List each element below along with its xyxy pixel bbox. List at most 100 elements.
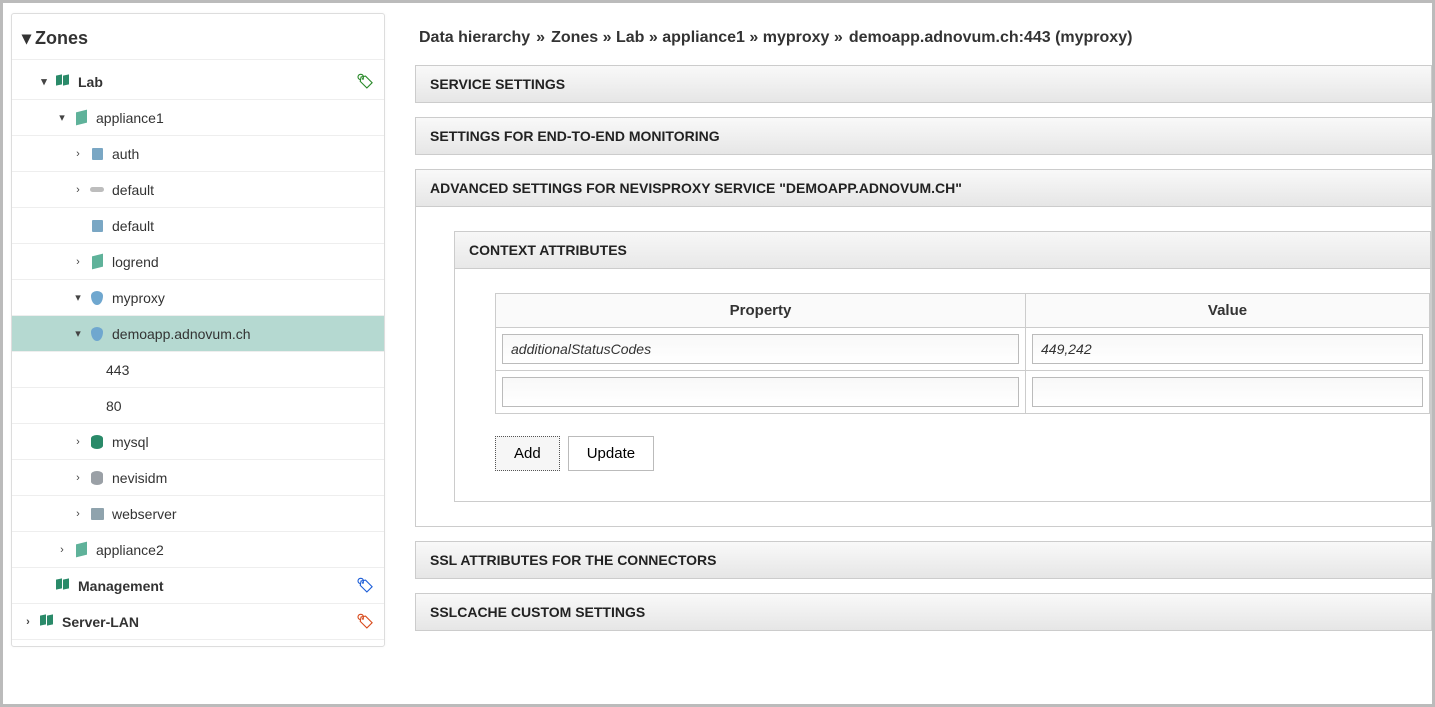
chevron-right-icon[interactable]: › [72, 148, 84, 160]
subpanel-context-attributes-body: Property Value Add Update [454, 269, 1431, 502]
cubes-icon [54, 577, 72, 595]
tree-item[interactable]: ▾ demoapp.adnovum.ch [12, 316, 384, 352]
breadcrumb-link[interactable]: Zones [551, 29, 598, 46]
lock-icon [88, 217, 106, 235]
breadcrumb-link[interactable]: Lab [616, 29, 644, 46]
sidebar-card: ▾ Zones ▾Lab🏷▾appliance1›auth›defaultdef… [11, 13, 385, 647]
tree-item-label: Lab [78, 74, 356, 90]
breadcrumb-separator: » [749, 29, 762, 46]
breadcrumb-separator: » [536, 29, 545, 47]
breadcrumb-root[interactable]: Data hierarchy [419, 29, 530, 47]
panel-service-settings[interactable]: Service Settings [415, 65, 1432, 103]
chevron-down-icon[interactable]: ▾ [72, 291, 84, 304]
dbgrey-icon [88, 469, 106, 487]
chevron-right-icon[interactable]: › [72, 256, 84, 268]
breadcrumb-link[interactable]: appliance1 [662, 29, 745, 46]
property-input[interactable] [502, 377, 1019, 407]
chevron-right-icon[interactable]: › [72, 436, 84, 448]
tree-item[interactable]: › auth [12, 136, 384, 172]
breadcrumb: Data hierarchy » Zones » Lab » appliance… [419, 29, 1432, 47]
tree-item-label: Management [78, 578, 356, 594]
chevron-right-icon[interactable]: › [22, 616, 34, 628]
tree-item[interactable]: › Server-LAN🏷 [12, 604, 384, 640]
panel-advanced-settings-body: Context attributes Property Value Add Up… [415, 207, 1432, 527]
tree-item[interactable]: › nevisidm [12, 460, 384, 496]
tree-item[interactable]: ▾ myproxy [12, 280, 384, 316]
chevron-down-icon[interactable]: ▾ [56, 111, 68, 124]
panel-sslcache[interactable]: SSLCache custom settings [415, 593, 1432, 631]
cube-icon [72, 109, 90, 127]
breadcrumb-separator: » [603, 29, 616, 46]
tag-icon: 🏷 [356, 577, 374, 594]
tree-item[interactable]: ▾ appliance1 [12, 100, 384, 136]
panel-e2e-monitoring[interactable]: Settings for End-to-End Monitoring [415, 117, 1432, 155]
panel-advanced-settings[interactable]: Advanced settings for nevisProxy service… [415, 169, 1432, 207]
tree-item-label: webserver [112, 506, 374, 522]
value-input[interactable] [1032, 334, 1423, 364]
panel-ssl-connectors[interactable]: SSL attributes for the connectors [415, 541, 1432, 579]
table-row [496, 371, 1430, 414]
tree-item[interactable]: › logrend [12, 244, 384, 280]
col-property: Property [496, 294, 1026, 328]
tree-item-label: logrend [112, 254, 374, 270]
lock-icon [88, 145, 106, 163]
chevron-right-icon[interactable]: › [72, 472, 84, 484]
tree-item[interactable]: › default [12, 172, 384, 208]
tree-item[interactable]: › appliance2 [12, 532, 384, 568]
cube-icon [72, 541, 90, 559]
tree-item-label: appliance1 [96, 110, 374, 126]
sidebar-title: Zones [35, 28, 88, 49]
tree-item-label: default [112, 182, 374, 198]
tree-item-label: 443 [106, 362, 374, 378]
shield-icon [88, 325, 106, 343]
update-button[interactable]: Update [568, 436, 654, 471]
breadcrumb-separator: » [834, 29, 843, 46]
chevron-right-icon[interactable]: › [72, 508, 84, 520]
tree-item-label: nevisidm [112, 470, 374, 486]
col-value: Value [1026, 294, 1430, 328]
tree-item-label: mysql [112, 434, 374, 450]
chevron-down-icon[interactable]: ▾ [72, 327, 84, 340]
breadcrumb-link[interactable]: myproxy [763, 29, 830, 46]
tree-item[interactable]: default [12, 208, 384, 244]
tree-item-label: demoapp.adnovum.ch [112, 326, 374, 342]
add-button[interactable]: Add [495, 436, 560, 471]
chevron-down-icon[interactable]: ▾ [38, 75, 50, 88]
tag-icon: 🏷 [356, 73, 374, 90]
cubes-icon [54, 73, 72, 91]
cube-icon [88, 253, 106, 271]
value-input[interactable] [1032, 377, 1423, 407]
main-content: Data hierarchy » Zones » Lab » appliance… [393, 3, 1432, 704]
sidebar-title-row[interactable]: ▾ Zones [12, 20, 384, 60]
tree-item-label: auth [112, 146, 374, 162]
tree: ▾Lab🏷▾appliance1›auth›defaultdefault›log… [12, 64, 384, 640]
shield-icon [88, 289, 106, 307]
property-input[interactable] [502, 334, 1019, 364]
tree-item-label: myproxy [112, 290, 374, 306]
breadcrumb-current: demoapp.adnovum.ch:443 (myproxy) [849, 29, 1133, 47]
tree-item[interactable]: ▾ Lab🏷 [12, 64, 384, 100]
sidebar: ▾ Zones ▾Lab🏷▾appliance1›auth›defaultdef… [3, 3, 393, 704]
context-attributes-actions: Add Update [495, 436, 1430, 471]
chevron-down-icon: ▾ [22, 28, 31, 49]
tree-item-label: appliance2 [96, 542, 374, 558]
tree-item[interactable]: 443 [12, 352, 384, 388]
tree-item-label: Server-LAN [62, 614, 356, 630]
db-icon [88, 433, 106, 451]
context-attributes-table: Property Value [495, 293, 1430, 414]
cubes-icon [38, 613, 56, 631]
tree-item-label: 80 [106, 398, 374, 414]
tree-item-label: default [112, 218, 374, 234]
tree-item[interactable]: 80 [12, 388, 384, 424]
chevron-right-icon[interactable]: › [56, 544, 68, 556]
tree-item[interactable]: › webserver [12, 496, 384, 532]
chevron-right-icon[interactable]: › [72, 184, 84, 196]
srv-icon [88, 505, 106, 523]
table-row [496, 328, 1430, 371]
subpanel-context-attributes[interactable]: Context attributes [454, 231, 1431, 269]
key-icon [88, 181, 106, 199]
tree-item[interactable]: Management🏷 [12, 568, 384, 604]
tree-item[interactable]: › mysql [12, 424, 384, 460]
tag-icon: 🏷 [356, 613, 374, 630]
breadcrumb-separator: » [649, 29, 662, 46]
